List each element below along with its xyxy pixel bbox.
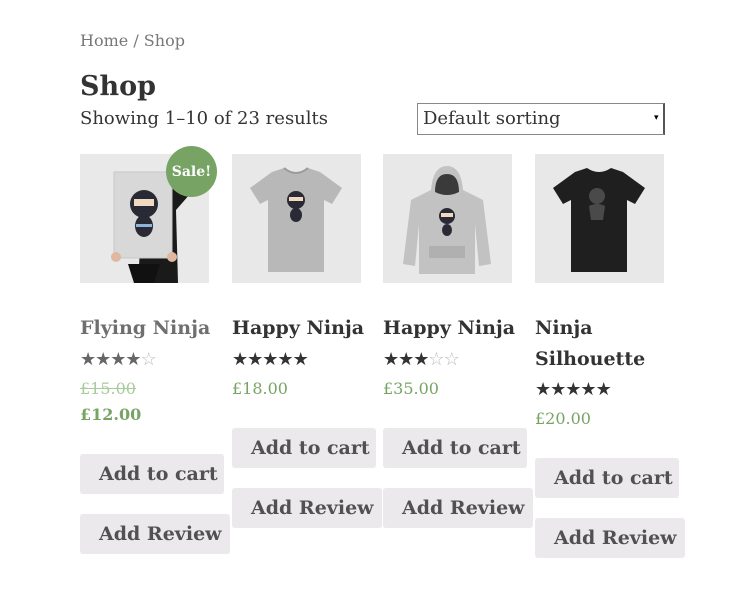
star-filled-icon: ★ bbox=[580, 379, 596, 400]
hoodie-image bbox=[383, 154, 512, 283]
regular-price: £15.00 bbox=[80, 379, 136, 398]
sorting-selected-value: Default sorting bbox=[423, 108, 561, 129]
add-review-button[interactable]: Add Review bbox=[80, 514, 230, 554]
product-card: Happy Ninja ★★★☆☆ £35.00 Add to cart Add… bbox=[383, 154, 533, 528]
star-filled-icon: ★ bbox=[95, 349, 111, 370]
breadcrumb-current: Shop bbox=[143, 31, 185, 50]
star-empty-icon: ☆ bbox=[428, 349, 444, 370]
star-empty-icon: ☆ bbox=[443, 349, 460, 370]
star-filled-icon: ★ bbox=[595, 379, 612, 400]
product-image-ninja-silhouette[interactable] bbox=[535, 154, 664, 283]
page-title: Shop bbox=[80, 71, 157, 102]
add-review-button[interactable]: Add Review bbox=[383, 488, 533, 528]
product-card: Happy Ninja ★★★★★ £18.00 Add to cart Add… bbox=[232, 154, 382, 528]
sale-price: £12.00 bbox=[80, 405, 142, 424]
star-rating: ★★★☆☆ bbox=[383, 349, 460, 370]
star-filled-icon: ★ bbox=[247, 349, 263, 370]
sale-badge: Sale! bbox=[166, 146, 217, 197]
product-name[interactable]: Happy Ninja bbox=[232, 313, 364, 344]
product-price: £18.00 bbox=[232, 379, 288, 398]
star-filled-icon: ★ bbox=[262, 349, 278, 370]
add-review-button[interactable]: Add Review bbox=[535, 518, 685, 558]
add-to-cart-button[interactable]: Add to cart bbox=[232, 428, 376, 468]
add-review-button[interactable]: Add Review bbox=[232, 488, 382, 528]
product-image-happy-ninja-hoodie[interactable] bbox=[383, 154, 512, 283]
product-price: £20.00 bbox=[535, 409, 591, 428]
black-tshirt-image bbox=[535, 154, 664, 283]
star-filled-icon: ★ bbox=[535, 379, 551, 400]
add-to-cart-button[interactable]: Add to cart bbox=[80, 454, 224, 494]
star-rating: ★★★★★ bbox=[232, 349, 309, 370]
sorting-select[interactable]: Default sorting bbox=[417, 103, 665, 135]
star-filled-icon: ★ bbox=[232, 349, 248, 370]
star-rating: ★★★★☆ bbox=[80, 349, 157, 370]
breadcrumb-separator: / bbox=[128, 31, 144, 50]
product-name[interactable]: Flying Ninja bbox=[80, 313, 210, 344]
add-to-cart-button[interactable]: Add to cart bbox=[383, 428, 527, 468]
star-filled-icon: ★ bbox=[565, 379, 581, 400]
product-name[interactable]: Happy Ninja bbox=[383, 313, 515, 344]
product-price: £35.00 bbox=[383, 379, 439, 398]
product-name[interactable]: Ninja Silhouette bbox=[535, 313, 655, 375]
star-rating: ★★★★★ bbox=[535, 379, 612, 400]
star-filled-icon: ★ bbox=[80, 349, 96, 370]
star-filled-icon: ★ bbox=[125, 349, 141, 370]
star-filled-icon: ★ bbox=[413, 349, 429, 370]
result-count: Showing 1–10 of 23 results bbox=[80, 108, 329, 129]
product-image-happy-ninja-tshirt[interactable] bbox=[232, 154, 361, 283]
star-filled-icon: ★ bbox=[398, 349, 414, 370]
chevron-down-icon: ▾ bbox=[654, 113, 659, 123]
star-filled-icon: ★ bbox=[550, 379, 566, 400]
breadcrumb-home-link[interactable]: Home bbox=[80, 31, 128, 50]
star-filled-icon: ★ bbox=[292, 349, 309, 370]
add-to-cart-button[interactable]: Add to cart bbox=[535, 458, 679, 498]
product-card: Ninja Silhouette ★★★★★ £20.00 Add to car… bbox=[535, 154, 685, 558]
star-empty-icon: ☆ bbox=[140, 349, 157, 370]
tshirt-image bbox=[232, 154, 361, 283]
star-filled-icon: ★ bbox=[110, 349, 126, 370]
star-filled-icon: ★ bbox=[383, 349, 399, 370]
breadcrumb: Home / Shop bbox=[80, 31, 185, 50]
star-filled-icon: ★ bbox=[277, 349, 293, 370]
